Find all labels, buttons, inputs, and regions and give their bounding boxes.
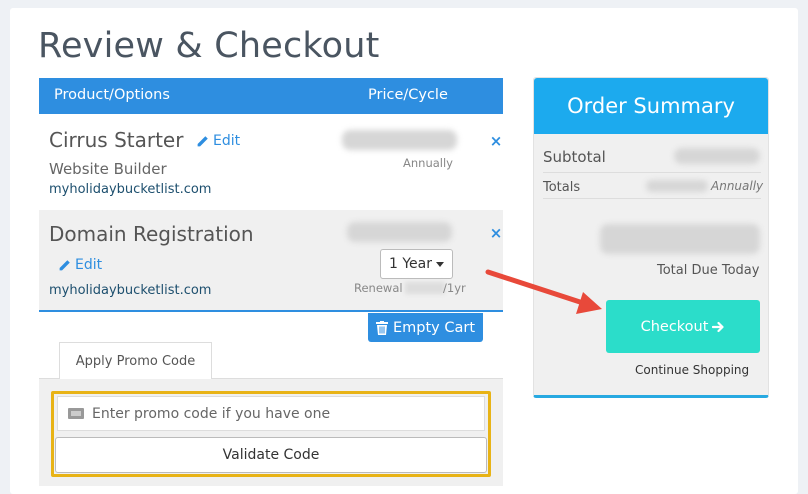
chevron-down-icon — [436, 261, 444, 267]
price-redacted — [342, 130, 457, 150]
item-subtitle: Website Builder — [49, 160, 167, 178]
subtotal-label: Subtotal — [543, 148, 606, 166]
total-due-label: Total Due Today — [657, 263, 760, 278]
renewal-label: Renewal — [354, 281, 403, 295]
order-summary-panel: Order Summary Subtotal Totals Annually T… — [533, 77, 769, 398]
cart-item-cirrus-starter: Cirrus Starter Edit Website Builder myho… — [39, 114, 503, 210]
renewal-period: /1yr — [443, 281, 466, 295]
pencil-icon — [59, 259, 70, 270]
promo-placeholder: Enter promo code if you have one — [92, 405, 331, 422]
total-due-redacted — [600, 224, 760, 254]
continue-shopping-link[interactable]: Continue Shopping — [635, 363, 749, 377]
totals-redacted — [646, 180, 708, 192]
item-name: Domain Registration — [49, 222, 254, 246]
item-domain: myholidaybucketlist.com — [49, 182, 212, 197]
order-summary-title: Order Summary — [534, 78, 768, 134]
cart-item-domain-registration: Domain Registration Edit myholidaybucket… — [39, 210, 503, 312]
divider — [543, 198, 761, 199]
validate-code-button[interactable]: Validate Code — [55, 437, 487, 473]
divider — [543, 172, 761, 173]
item-domain: myholidaybucketlist.com — [49, 283, 212, 298]
edit-link[interactable]: Edit — [196, 133, 240, 149]
remove-item-icon[interactable]: × — [489, 224, 503, 242]
edit-label: Edit — [213, 133, 241, 149]
empty-cart-label: Empty Cart — [392, 319, 476, 336]
page-title: Review & Checkout — [38, 26, 380, 66]
tab-apply-promo-code[interactable]: Apply Promo Code — [59, 342, 212, 379]
pencil-icon — [197, 135, 208, 146]
totals-label: Totals — [543, 180, 581, 195]
annotation-arrow-icon — [485, 269, 602, 314]
remove-item-icon[interactable]: × — [489, 132, 503, 150]
cart-table-header: Product/Options Price/Cycle — [39, 78, 503, 114]
checkout-label: Checkout — [640, 318, 709, 335]
arrow-right-icon — [712, 321, 725, 332]
edit-label: Edit — [75, 257, 103, 273]
term-selected-value: 1 Year — [389, 256, 432, 272]
subtotal-redacted — [674, 148, 760, 164]
ticket-icon — [68, 408, 84, 419]
header-product-options: Product/Options — [54, 87, 170, 103]
item-name: Cirrus Starter — [49, 128, 184, 152]
checkout-button[interactable]: Checkout — [606, 300, 760, 353]
totals-cycle: Annually — [711, 179, 764, 193]
edit-link[interactable]: Edit — [58, 257, 102, 273]
price-redacted — [347, 222, 452, 242]
trash-icon — [375, 320, 388, 335]
header-price-cycle: Price/Cycle — [368, 87, 448, 103]
term-select[interactable]: 1 Year — [380, 249, 453, 279]
billing-cycle: Annually — [403, 156, 453, 170]
promo-code-input[interactable]: Enter promo code if you have one — [57, 396, 485, 431]
renewal-price-redacted — [405, 282, 445, 294]
empty-cart-button[interactable]: Empty Cart — [368, 313, 483, 342]
